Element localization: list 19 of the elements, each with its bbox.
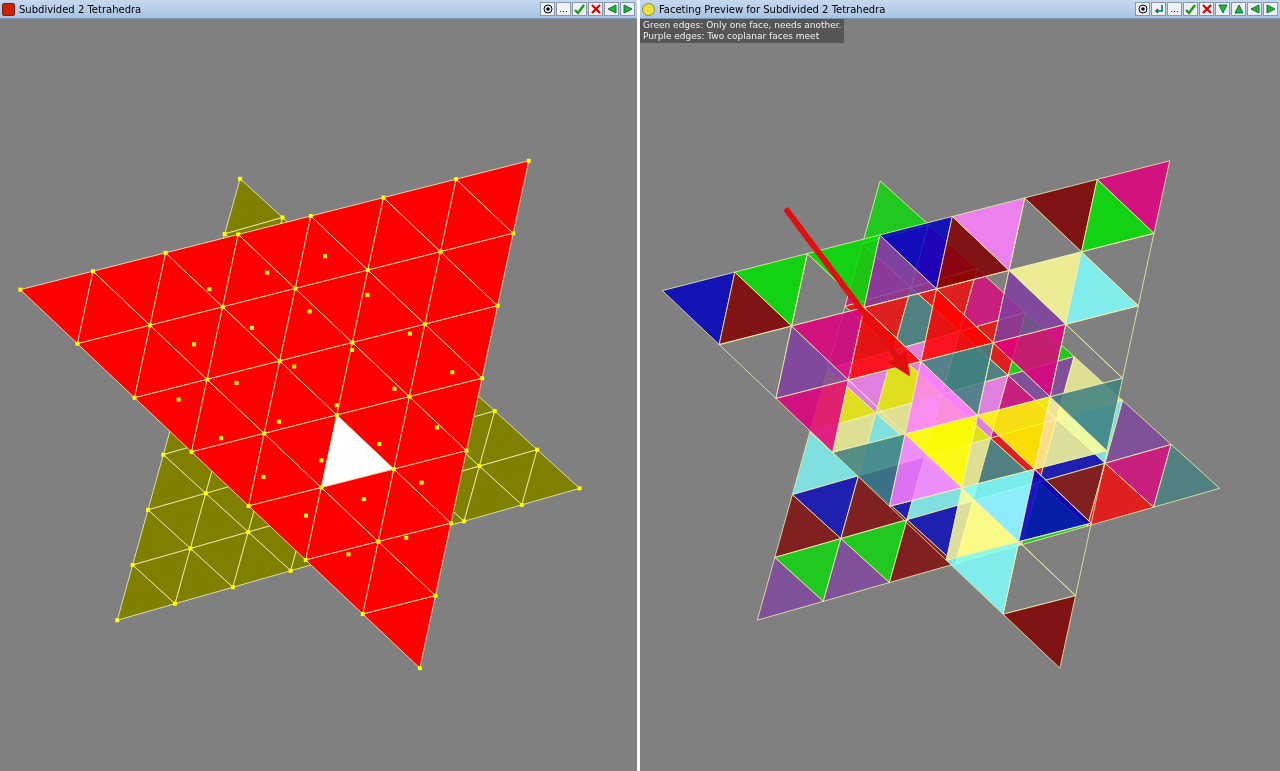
down-triangle-icon[interactable] xyxy=(1215,2,1230,16)
target-icon[interactable] xyxy=(540,2,555,16)
right-triangle-icon[interactable] xyxy=(1263,2,1278,16)
check-icon[interactable] xyxy=(572,2,587,16)
more-button[interactable]: ... xyxy=(1167,2,1182,16)
return-arrow-icon[interactable] xyxy=(1151,2,1166,16)
window-title: Faceting Preview for Subdivided 2 Tetrahedra xyxy=(659,3,886,15)
left-triangle-icon[interactable] xyxy=(604,2,619,16)
close-icon[interactable] xyxy=(1199,2,1214,16)
window-title: Subdivided 2 Tetrahedra xyxy=(19,3,142,15)
more-button[interactable]: ... xyxy=(556,2,571,16)
close-icon[interactable] xyxy=(588,2,603,16)
up-triangle-icon[interactable] xyxy=(1231,2,1246,16)
target-icon[interactable] xyxy=(1135,2,1150,16)
left-triangle-icon[interactable] xyxy=(1247,2,1262,16)
legend-text: Green edges: Only one face, needs another. xyxy=(643,20,842,31)
legend-text: Purple edges: Two coplanar faces meet xyxy=(643,31,821,42)
right-triangle-icon[interactable] xyxy=(620,2,635,16)
check-icon[interactable] xyxy=(1183,2,1198,16)
